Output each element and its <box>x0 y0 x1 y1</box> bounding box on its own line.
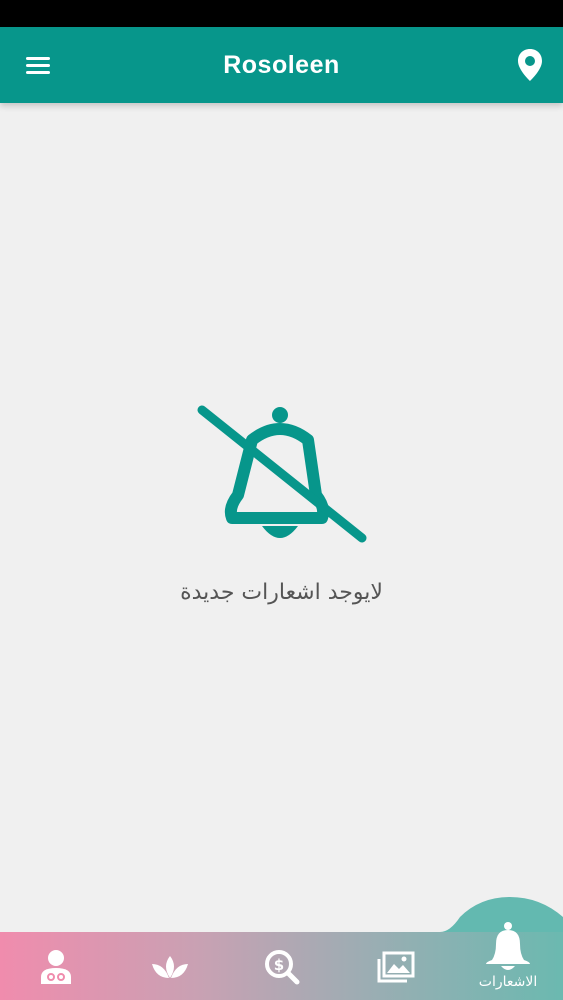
bell-off-icon <box>197 405 366 543</box>
nav-item-doctors[interactable] <box>26 940 86 994</box>
hamburger-menu-icon <box>26 57 50 74</box>
gallery-icon <box>377 951 415 983</box>
empty-state: لايوجد اشعارات جديدة <box>0 400 563 605</box>
lotus-icon <box>152 956 188 978</box>
svg-text:$: $ <box>274 956 284 974</box>
location-button[interactable] <box>515 47 545 83</box>
nav-item-offers[interactable]: $ <box>252 940 312 994</box>
doctor-icon <box>41 950 71 984</box>
map-pin-icon <box>518 49 542 81</box>
nav-item-services[interactable] <box>140 940 200 994</box>
bell-icon <box>486 922 530 970</box>
empty-message: لايوجد اشعارات جديدة <box>180 580 383 605</box>
nav-item-gallery[interactable] <box>366 940 426 994</box>
nav-item-notifications[interactable]: الاشعارات <box>453 912 563 1000</box>
dollar-search-icon: $ <box>265 950 300 985</box>
status-bar <box>0 0 563 27</box>
app-bar: Rosoleen <box>0 27 563 103</box>
nav-label-notifications: الاشعارات <box>478 974 538 990</box>
app-title: Rosoleen <box>223 50 340 79</box>
menu-button[interactable] <box>22 51 54 79</box>
